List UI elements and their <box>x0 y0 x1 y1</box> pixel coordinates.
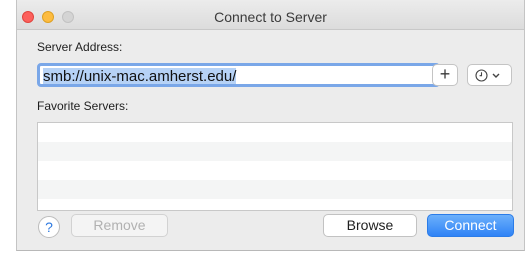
favorite-servers-list[interactable] <box>37 122 513 211</box>
window-title: Connect to Server <box>214 9 327 25</box>
connect-to-server-window: Connect to Server Server Address: smb://… <box>16 0 525 251</box>
plus-icon: + <box>439 64 451 84</box>
list-row <box>38 199 512 210</box>
add-favorite-button[interactable]: + <box>432 64 458 86</box>
list-row <box>38 123 512 142</box>
clock-icon <box>475 69 500 82</box>
list-row <box>38 180 512 199</box>
server-address-label: Server Address: <box>37 40 123 54</box>
list-row <box>38 161 512 180</box>
server-address-value: smb://unix-mac.amherst.edu/ <box>43 68 237 85</box>
recent-servers-button[interactable] <box>467 64 512 86</box>
server-address-input[interactable]: smb://unix-mac.amherst.edu/ <box>37 63 440 87</box>
favorite-servers-label: Favorite Servers: <box>37 99 129 113</box>
connect-button[interactable]: Connect <box>427 214 514 237</box>
title-bar: Connect to Server <box>17 0 524 30</box>
list-row <box>38 142 512 161</box>
page: Connect to Server Server Address: smb://… <box>0 0 529 255</box>
remove-button: Remove <box>71 214 168 237</box>
help-button[interactable]: ? <box>38 216 60 238</box>
browse-button[interactable]: Browse <box>323 214 417 237</box>
